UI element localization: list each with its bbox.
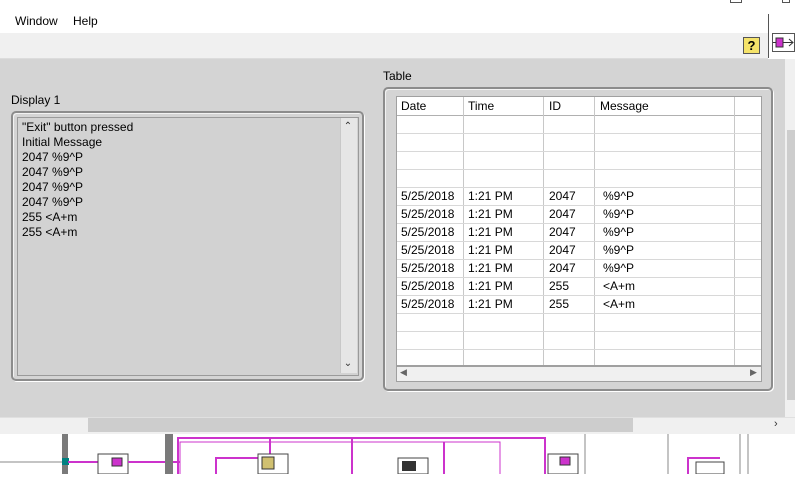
table-cell-message[interactable]: <A+m xyxy=(603,279,635,293)
table-row-divider xyxy=(397,313,761,314)
connector-pane-icon[interactable] xyxy=(772,33,795,52)
window-horizontal-scroll-thumb[interactable] xyxy=(88,418,633,432)
menu-help[interactable]: Help xyxy=(73,14,98,28)
column-divider xyxy=(463,97,464,365)
table-horizontal-scrollbar[interactable] xyxy=(396,366,762,382)
table-cell-message[interactable]: %9^P xyxy=(603,243,634,257)
restore-window-icon[interactable] xyxy=(730,0,742,3)
table-cell-message[interactable]: <A+m xyxy=(603,297,635,311)
scroll-left-arrow-icon[interactable]: ◀ xyxy=(400,367,407,378)
display-text: "Exit" button pressed Initial Message 20… xyxy=(22,120,133,240)
table-cell-date[interactable]: 5/25/2018 xyxy=(401,225,454,239)
table-cell-date[interactable]: 5/25/2018 xyxy=(401,189,454,203)
table-row-divider xyxy=(397,205,761,206)
scroll-down-arrow-icon[interactable]: ⌄ xyxy=(340,358,356,369)
table-cell-date[interactable]: 5/25/2018 xyxy=(401,207,454,221)
display-line: 255 <A+m xyxy=(22,225,78,239)
table-row-divider xyxy=(397,349,761,350)
header-message[interactable]: Message xyxy=(600,99,649,113)
table-row-divider xyxy=(397,277,761,278)
window-vertical-scroll-thumb[interactable] xyxy=(787,130,795,400)
table-row-divider xyxy=(397,151,761,152)
table-cell-id[interactable]: 2047 xyxy=(549,207,576,221)
table-row-divider xyxy=(397,223,761,224)
table-cell-time[interactable]: 1:21 PM xyxy=(468,261,513,275)
display-line: 2047 %9^P xyxy=(22,150,84,164)
column-divider xyxy=(543,97,544,365)
help-icon[interactable]: ? xyxy=(743,37,760,54)
table[interactable]: Date Time ID Message 5/25/2018 1:21 PM 204… xyxy=(396,96,762,366)
table-row-divider xyxy=(397,187,761,188)
table-cell-date[interactable]: 5/25/2018 xyxy=(401,279,454,293)
menu-window[interactable]: Window xyxy=(15,14,58,28)
column-divider xyxy=(734,97,735,365)
table-row-divider xyxy=(397,331,761,332)
header-id[interactable]: ID xyxy=(549,99,561,113)
table-row-divider xyxy=(397,259,761,260)
table-cell-date[interactable]: 5/25/2018 xyxy=(401,261,454,275)
menu-bar: Window Help xyxy=(0,0,790,33)
table-cell-time[interactable]: 1:21 PM xyxy=(468,225,513,239)
display-line: Initial Message xyxy=(22,135,103,149)
toolbar xyxy=(0,33,768,59)
scroll-right-arrow-icon[interactable]: › xyxy=(774,418,778,430)
table-cell-id[interactable]: 255 xyxy=(549,297,569,311)
table-label: Table xyxy=(383,69,412,83)
table-cell-time[interactable]: 1:21 PM xyxy=(468,189,513,203)
table-cell-time[interactable]: 1:21 PM xyxy=(468,279,513,293)
table-cell-time[interactable]: 1:21 PM xyxy=(468,243,513,257)
block-diagram xyxy=(0,434,795,475)
display-line: 2047 %9^P xyxy=(22,180,84,194)
header-date[interactable]: Date xyxy=(401,99,426,113)
block-diagram-wires xyxy=(0,434,749,475)
scroll-right-arrow-icon[interactable]: ▶ xyxy=(750,367,757,378)
table-cell-id[interactable]: 255 xyxy=(549,279,569,293)
table-cell-time[interactable]: 1:21 PM xyxy=(468,207,513,221)
table-cell-message[interactable]: %9^P xyxy=(603,261,634,275)
table-cell-id[interactable]: 2047 xyxy=(549,261,576,275)
table-row-divider xyxy=(397,241,761,242)
close-window-icon[interactable] xyxy=(782,0,790,3)
display-line: 2047 %9^P xyxy=(22,165,84,179)
table-cell-message[interactable]: %9^P xyxy=(603,207,634,221)
table-cell-message[interactable]: %9^P xyxy=(603,225,634,239)
table-cell-date[interactable]: 5/25/2018 xyxy=(401,297,454,311)
table-row-divider xyxy=(397,133,761,134)
display-line: 255 <A+m xyxy=(22,210,78,224)
table-row-divider xyxy=(397,169,761,170)
header-divider xyxy=(397,115,761,116)
table-cell-date[interactable]: 5/25/2018 xyxy=(401,243,454,257)
column-divider xyxy=(594,97,595,365)
header-time[interactable]: Time xyxy=(468,99,494,113)
display-scrollbar[interactable] xyxy=(340,118,357,373)
display-line: 2047 %9^P xyxy=(22,195,84,209)
table-cell-message[interactable]: %9^P xyxy=(603,189,634,203)
table-cell-id[interactable]: 2047 xyxy=(549,225,576,239)
display-line: "Exit" button pressed xyxy=(22,120,134,134)
table-row-divider xyxy=(397,295,761,296)
scroll-up-arrow-icon[interactable]: ⌃ xyxy=(340,121,356,132)
table-cell-id[interactable]: 2047 xyxy=(549,243,576,257)
table-cell-id[interactable]: 2047 xyxy=(549,189,576,203)
display-label: Display 1 xyxy=(11,93,61,107)
table-cell-time[interactable]: 1:21 PM xyxy=(468,297,513,311)
